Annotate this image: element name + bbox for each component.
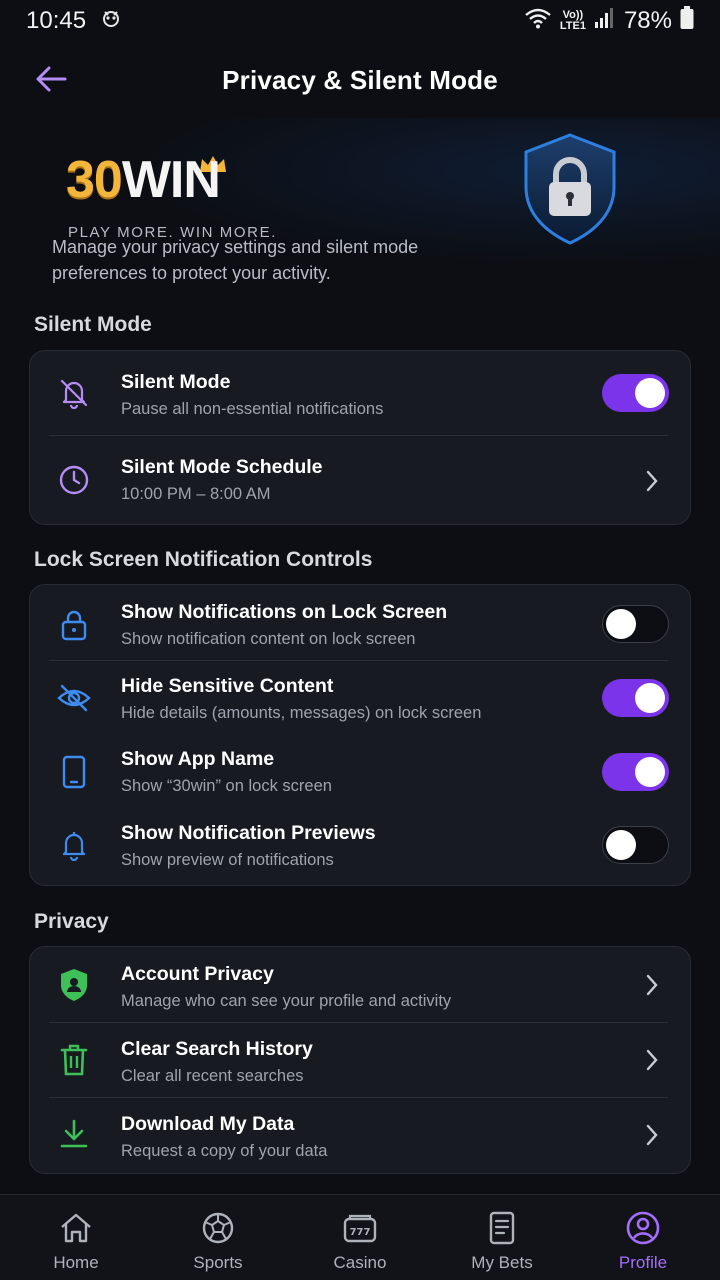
- nav-home[interactable]: Home: [4, 1195, 148, 1280]
- section-title-silent-mode: Silent Mode: [34, 313, 152, 336]
- eye-off-icon: [56, 680, 92, 716]
- lock-icon: [56, 607, 92, 643]
- chevron-right-icon: [646, 974, 658, 996]
- bell-off-icon: [56, 375, 92, 411]
- hide-sensitive-row[interactable]: Hide Sensitive Content Hide details (amo…: [30, 661, 690, 735]
- battery-percent: 78%: [623, 7, 672, 34]
- schedule-title: Silent Mode Schedule: [121, 456, 323, 478]
- section-title-lock-screen: Lock Screen Notification Controls: [34, 548, 373, 571]
- bet-slip-icon: [489, 1211, 515, 1245]
- silent-mode-schedule-row[interactable]: Silent Mode Schedule 10:00 PM – 8:00 AM: [30, 436, 690, 526]
- slot-machine-icon: 777: [343, 1214, 377, 1243]
- status-time: 10:45: [26, 7, 87, 34]
- chevron-right-icon: [646, 470, 658, 492]
- chevron-right-icon: [646, 1049, 658, 1071]
- lock-screen-card: Show Notifications on Lock Screen Show n…: [29, 584, 691, 886]
- network-type: Vo)) LTE1: [559, 9, 586, 32]
- shield-user-icon: [56, 967, 92, 1003]
- shield-lock-icon: [524, 133, 616, 245]
- bottom-navigation: Home Sports 777 Casino My Bets Profile: [0, 1194, 720, 1280]
- phone-icon: [56, 754, 92, 790]
- arrow-left-icon: [36, 66, 67, 92]
- profile-icon: [626, 1211, 660, 1245]
- hero-banner: 30WIN PLAY MORE. WIN MORE. Manage your p…: [0, 118, 720, 293]
- hide-sensitive-toggle[interactable]: [602, 679, 669, 717]
- nav-casino[interactable]: 777 Casino: [288, 1195, 432, 1280]
- show-previews-toggle[interactable]: [602, 826, 669, 864]
- section-title-privacy: Privacy: [34, 910, 109, 933]
- soccer-ball-icon: [202, 1212, 234, 1244]
- header: Privacy & Silent Mode: [0, 48, 720, 112]
- home-icon: [61, 1213, 91, 1243]
- trash-icon: [56, 1042, 92, 1078]
- show-app-name-toggle[interactable]: [602, 753, 669, 791]
- signal-icon: [594, 7, 616, 36]
- status-bar: 10:45 Vo)) LTE1 78%: [0, 0, 720, 42]
- notification-app-icon: [100, 7, 122, 36]
- download-icon: [56, 1116, 92, 1152]
- hero-description: Manage your privacy settings and silent …: [52, 237, 419, 283]
- nav-my-bets[interactable]: My Bets: [430, 1195, 574, 1280]
- silent-mode-title: Silent Mode: [121, 371, 231, 393]
- wifi-icon: [524, 7, 552, 36]
- chevron-right-icon: [646, 1124, 658, 1146]
- download-data-row[interactable]: Download My Data Request a copy of your …: [30, 1098, 690, 1174]
- svg-text:777: 777: [350, 1227, 371, 1238]
- schedule-time: 10:00 PM – 8:00 AM: [121, 485, 271, 503]
- clock-icon: [56, 462, 92, 498]
- show-previews-row[interactable]: Show Notification Previews Show preview …: [30, 809, 690, 885]
- show-app-name-row[interactable]: Show App Name Show “30win” on lock scree…: [30, 735, 690, 809]
- page-title: Privacy & Silent Mode: [222, 64, 498, 95]
- show-notifications-row[interactable]: Show Notifications on Lock Screen Show n…: [30, 585, 690, 661]
- silent-mode-row[interactable]: Silent Mode Pause all non-essential noti…: [30, 351, 690, 436]
- show-notifications-toggle[interactable]: [602, 605, 669, 643]
- battery-icon: [680, 5, 694, 37]
- silent-mode-toggle[interactable]: [602, 374, 669, 412]
- clear-search-history-row[interactable]: Clear Search History Clear all recent se…: [30, 1023, 690, 1098]
- nav-sports[interactable]: Sports: [146, 1195, 290, 1280]
- account-privacy-row[interactable]: Account Privacy Manage who can see your …: [30, 947, 690, 1023]
- brand-logo: 30WIN PLAY MORE. WIN MORE.: [66, 151, 277, 241]
- silent-mode-subtitle: Pause all non-essential notifications: [121, 400, 384, 418]
- back-button[interactable]: [34, 62, 68, 96]
- bell-icon: [56, 827, 92, 863]
- silent-mode-card: Silent Mode Pause all non-essential noti…: [29, 350, 691, 525]
- nav-profile[interactable]: Profile: [571, 1195, 715, 1280]
- privacy-card: Account Privacy Manage who can see your …: [29, 946, 691, 1174]
